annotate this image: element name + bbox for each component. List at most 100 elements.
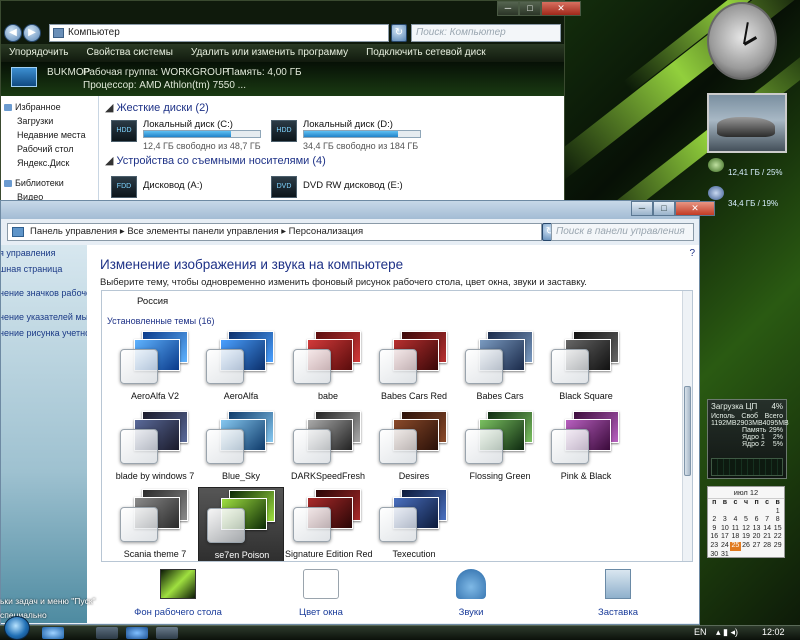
theme-item[interactable]: Signature Edition Red (285, 487, 373, 561)
theme-item[interactable]: babe (285, 329, 371, 409)
drive-d[interactable]: HDD Локальный диск (D:) 34,4 ГБ свободно… (271, 118, 431, 158)
clock-gadget[interactable] (707, 2, 777, 80)
theme-item[interactable]: Pink & Black (543, 409, 629, 489)
start-button[interactable] (4, 616, 30, 640)
system-properties-button[interactable]: Свойства системы (87, 44, 173, 62)
search-input[interactable]: Поиск в панели управления (551, 223, 694, 241)
calendar-day[interactable]: 19 (741, 533, 752, 542)
nav-favorites[interactable]: Избранное (1, 100, 98, 114)
calendar-day[interactable]: 29 (772, 542, 783, 551)
task-link-desktop-icons[interactable]: нение значков рабочего (1, 285, 87, 301)
theme-item[interactable]: Babes Cars Red (371, 329, 457, 409)
nav-yandex-disk[interactable]: Яндекс.Диск (1, 156, 98, 170)
uninstall-program-button[interactable]: Удалить или изменить программу (191, 44, 348, 62)
internet-explorer-icon[interactable] (42, 627, 64, 639)
tray-icons[interactable]: ▴ ▮ ◂) (716, 627, 738, 638)
screensaver-option[interactable]: Заставка (563, 565, 673, 620)
explorer-taskbar-icon[interactable] (96, 627, 118, 639)
calendar-day[interactable]: 3 (720, 516, 731, 525)
calendar-day[interactable]: 4 (730, 516, 741, 525)
close-button[interactable]: ✕ (541, 1, 581, 16)
calendar-day[interactable]: 10 (720, 525, 731, 534)
nav-downloads[interactable]: Загрузки (1, 114, 98, 128)
search-input[interactable]: Поиск: Компьютер (411, 24, 561, 42)
task-link-mouse-pointers[interactable]: нение указателей мыши (1, 309, 87, 325)
calendar-day[interactable]: 14 (762, 525, 773, 534)
theme-item[interactable]: Desires (371, 409, 457, 489)
calendar-day[interactable]: 2 (709, 516, 720, 525)
skype-icon[interactable] (126, 627, 148, 639)
map-network-drive-button[interactable]: Подключить сетевой диск (366, 44, 486, 62)
calendar-day[interactable]: 9 (709, 525, 720, 534)
control-panel-taskbar-icon[interactable] (156, 627, 178, 639)
calendar-day[interactable]: 30 (709, 551, 720, 560)
calendar-gadget[interactable]: июл 12 п в с ч п с в 1 2 3 4 5 6 7 8 9 10 11 12 13 14 15 16 17 1… (707, 486, 785, 558)
task-link-account-picture[interactable]: нение рисунка учетной (1, 325, 87, 341)
calendar-day[interactable]: 1 (772, 508, 783, 517)
maximize-button[interactable]: □ (653, 201, 675, 216)
breadcrumb[interactable]: Панель управления ▸ Все элементы панели … (7, 223, 542, 241)
calendar-day[interactable]: 23 (709, 542, 720, 551)
minimize-button[interactable]: ─ (497, 1, 519, 16)
window-color-option[interactable]: Цвет окна (266, 565, 376, 620)
nav-desktop[interactable]: Рабочий стол (1, 142, 98, 156)
calendar-day[interactable]: 18 (730, 533, 741, 542)
calendar-day[interactable]: 25 (730, 541, 741, 551)
removable-group-header[interactable]: ◢ Устройства со съемными носителями (4) (105, 154, 326, 167)
calendar-day[interactable]: 16 (709, 533, 720, 542)
hard-disks-group-header[interactable]: ◢ Жесткие диски (2) (105, 101, 209, 114)
help-icon[interactable]: ? (689, 248, 695, 259)
desktop-background-option[interactable]: Фон рабочего стола (123, 565, 233, 620)
sounds-option[interactable]: Звуки (416, 565, 526, 620)
calendar-day[interactable]: 20 (751, 533, 762, 542)
calendar-day[interactable]: 5 (741, 516, 752, 525)
language-indicator[interactable]: EN (694, 627, 707, 637)
forward-button[interactable]: ▶ (23, 24, 41, 42)
drive-c[interactable]: HDD Локальный диск (C:) 12,4 ГБ свободно… (111, 118, 271, 158)
nav-recent-places[interactable]: Недавние места (1, 128, 98, 142)
slideshow-gadget[interactable] (707, 93, 787, 153)
calendar-day[interactable]: 15 (772, 525, 783, 534)
calendar-day[interactable]: 13 (751, 525, 762, 534)
calendar-day[interactable]: 6 (751, 516, 762, 525)
maximize-button[interactable]: □ (519, 1, 541, 16)
task-link-control-panel-home[interactable]: я управления (1, 245, 87, 261)
theme-item[interactable]: Black Square (543, 329, 629, 409)
calendar-day[interactable]: 26 (741, 542, 752, 551)
theme-item[interactable]: se7en Poison (198, 487, 284, 561)
nav-libraries[interactable]: Библиотеки (1, 176, 98, 190)
calendar-day[interactable]: 28 (762, 542, 773, 551)
calendar-day[interactable]: 11 (730, 525, 741, 534)
calendar-day[interactable]: 12 (741, 525, 752, 534)
theme-item[interactable]: Texecution (371, 487, 457, 561)
theme-item[interactable]: Scania theme 7 (112, 487, 198, 561)
calendar-day[interactable]: 7 (762, 516, 773, 525)
themes-scrollbar[interactable] (682, 291, 692, 561)
task-link-home[interactable]: шная страница (1, 261, 87, 277)
calendar-day[interactable]: 21 (762, 533, 773, 542)
calendar-day[interactable]: 8 (772, 516, 783, 525)
calendar-day[interactable]: 24 (720, 542, 731, 551)
scrollbar-thumb[interactable] (684, 386, 691, 476)
theme-item[interactable]: blade by windows 7 (112, 409, 198, 489)
theme-item[interactable]: DARKSpeedFresh (285, 409, 371, 489)
theme-item[interactable]: Blue_Sky (198, 409, 284, 489)
drive-meter-gadget[interactable]: 12,41 ГБ / 25% 34,4 ГБ / 19% (694, 156, 790, 210)
calendar-day[interactable]: 31 (720, 551, 731, 560)
calendar-day[interactable]: 27 (751, 542, 762, 551)
calendar-day[interactable]: 22 (772, 533, 783, 542)
theme-item[interactable]: Babes Cars (457, 329, 543, 409)
organize-button[interactable]: Упорядочить (9, 44, 69, 62)
back-button[interactable]: ◀ (4, 24, 22, 42)
address-bar[interactable]: Компьютер (49, 24, 389, 42)
refresh-button[interactable]: ↻ (391, 24, 407, 42)
theme-item[interactable]: AeroAlfa V2 (112, 329, 198, 409)
theme-item[interactable]: Flossing Green (457, 409, 543, 489)
theme-item[interactable]: AeroAlfa (198, 329, 284, 409)
calendar-day[interactable]: 17 (720, 533, 731, 542)
minimize-button[interactable]: ─ (631, 201, 653, 216)
calendar-day (762, 508, 773, 517)
clock-time[interactable]: 12:02 (762, 627, 785, 637)
cpu-meter-gadget[interactable]: Загрузка ЦП 4% Исполь Своб Всего 1192MB 2903… (707, 399, 789, 479)
memory-label: Память: 4,00 ГБ (227, 67, 302, 78)
